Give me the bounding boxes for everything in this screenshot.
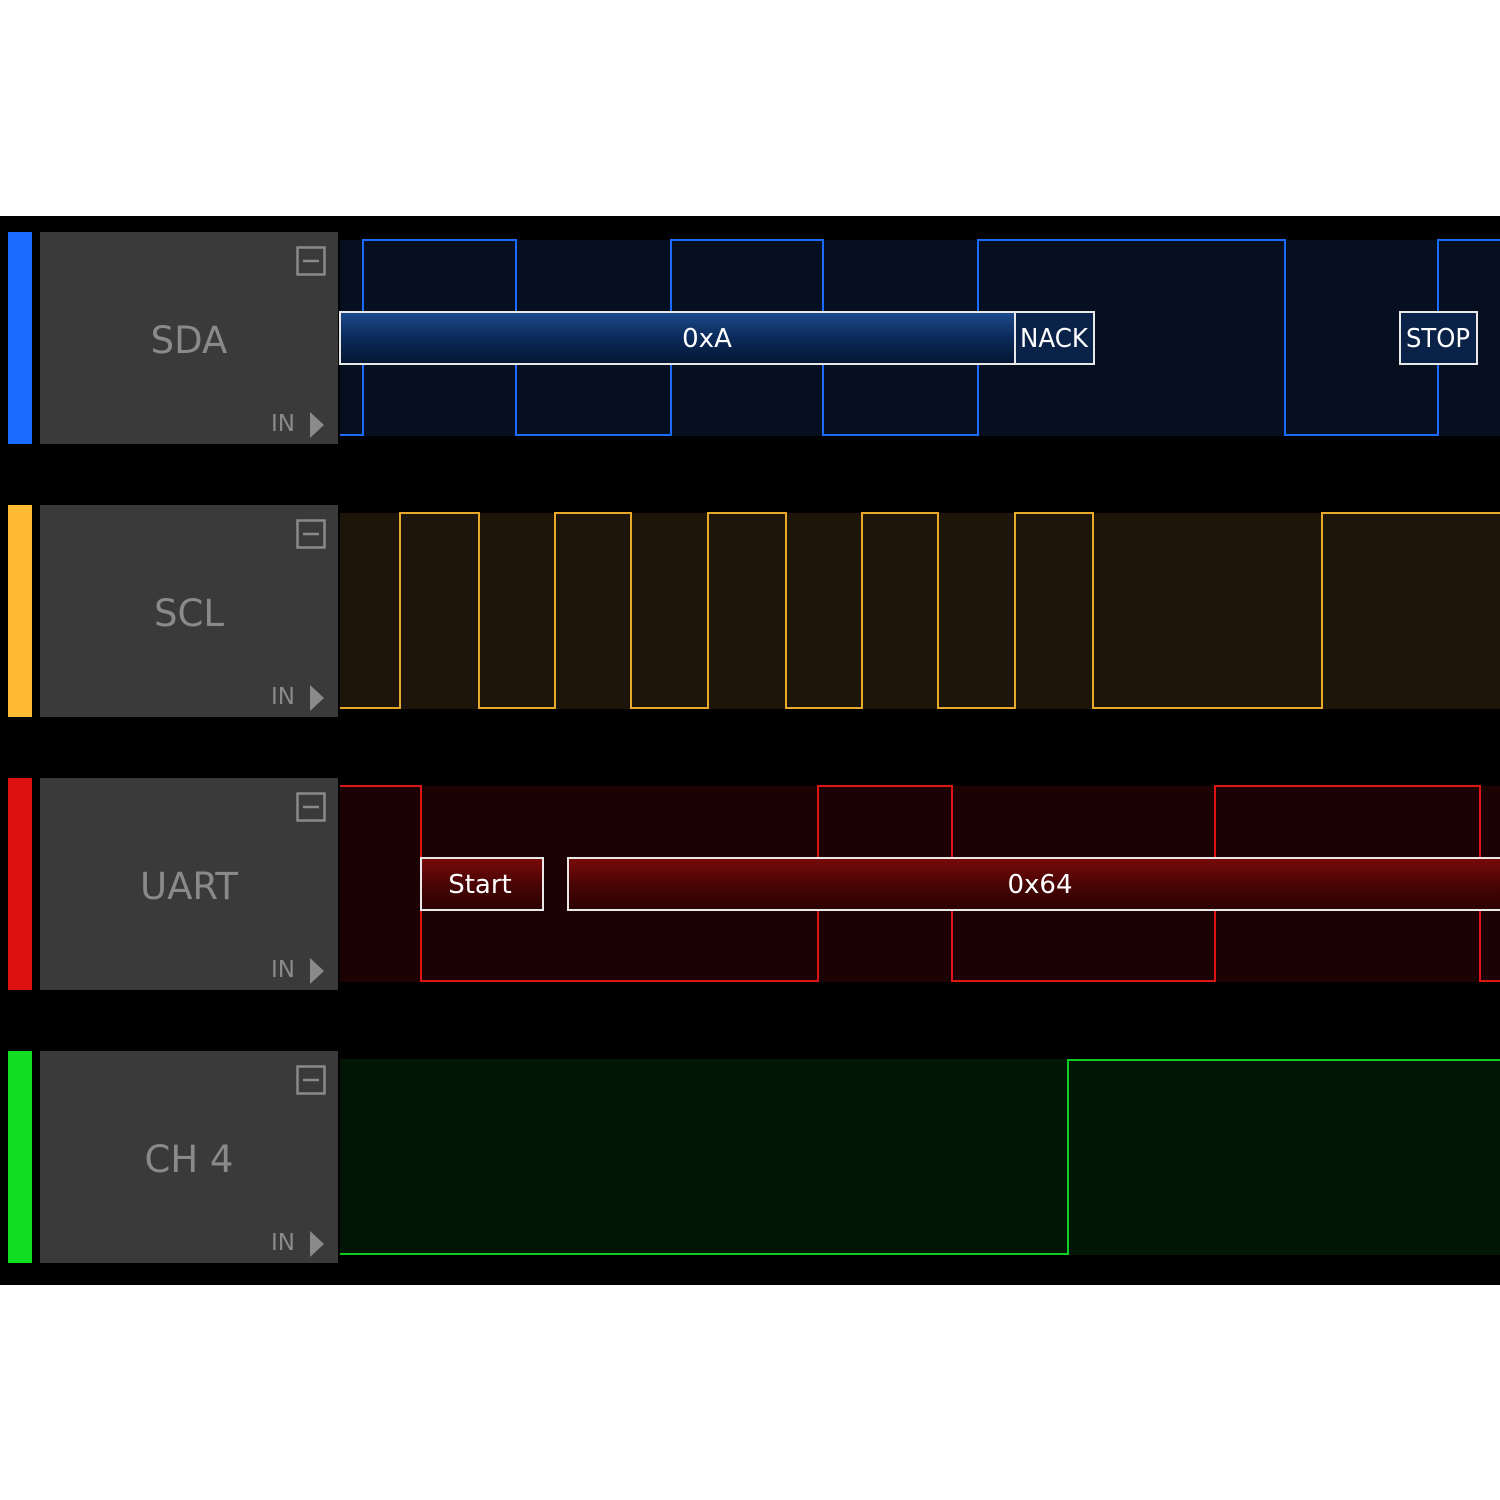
waveform-display[interactable]: 0xA NACK STOP Start 0x64 xyxy=(0,216,1500,1285)
decode-label-uart-data: 0x64 xyxy=(1007,870,1072,900)
decode-label-uart-start: Start xyxy=(448,870,512,900)
decode-box-sda-data[interactable] xyxy=(339,311,1016,365)
logic-analyzer-view: SDA IN SCL IN UART IN CH 4 IN 0xA NACK S… xyxy=(0,216,1500,1285)
ch4-waveform xyxy=(340,1059,1500,1255)
decode-label-sda-nack: NACK xyxy=(1020,324,1089,354)
decode-label-sda-data: 0xA xyxy=(682,324,732,354)
scl-waveform xyxy=(340,512,1500,709)
sda-waveform: 0xA NACK STOP xyxy=(339,239,1500,436)
scl-trace-background xyxy=(340,513,1500,709)
decode-label-sda-stop: STOP xyxy=(1406,324,1470,354)
ch4-trace-background xyxy=(340,1059,1500,1255)
uart-waveform: Start 0x64 xyxy=(340,785,1500,982)
